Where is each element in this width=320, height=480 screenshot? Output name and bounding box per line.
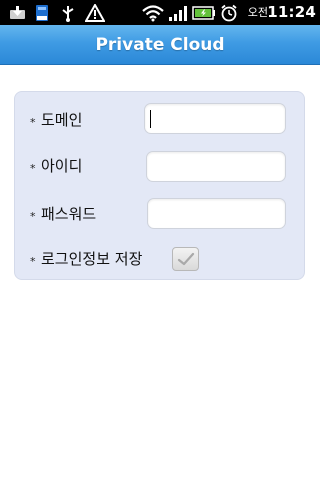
required-bullet: * <box>30 255 36 268</box>
app-title: Private Cloud <box>95 34 225 55</box>
domain-input[interactable] <box>144 103 286 134</box>
required-bullet: * <box>30 210 36 223</box>
alarm-icon <box>220 0 238 25</box>
required-bullet: * <box>30 162 36 175</box>
title-bar: Private Cloud <box>0 25 320 65</box>
status-time: 11:24 <box>267 3 316 21</box>
id-input[interactable] <box>146 151 286 182</box>
text-cursor <box>150 110 151 128</box>
id-label: 아이디 <box>41 157 83 175</box>
wifi-icon <box>142 0 164 25</box>
domain-label: 도메인 <box>41 111 83 129</box>
required-bullet: * <box>30 116 36 129</box>
warning-icon <box>84 0 106 25</box>
signal-icon <box>168 0 188 25</box>
download-icon <box>9 0 26 25</box>
password-label: 패스워드 <box>41 205 97 223</box>
battery-icon <box>192 0 216 25</box>
save-login-checkbox[interactable] <box>172 247 199 271</box>
password-input[interactable] <box>147 198 286 229</box>
status-bar: 오전 11:24 <box>0 0 320 25</box>
status-ampm: 오전 <box>247 6 268 19</box>
storage-icon <box>34 0 50 25</box>
save-login-label: 로그인정보 저장 <box>41 250 143 268</box>
usb-icon <box>60 0 76 25</box>
check-icon <box>177 252 194 266</box>
